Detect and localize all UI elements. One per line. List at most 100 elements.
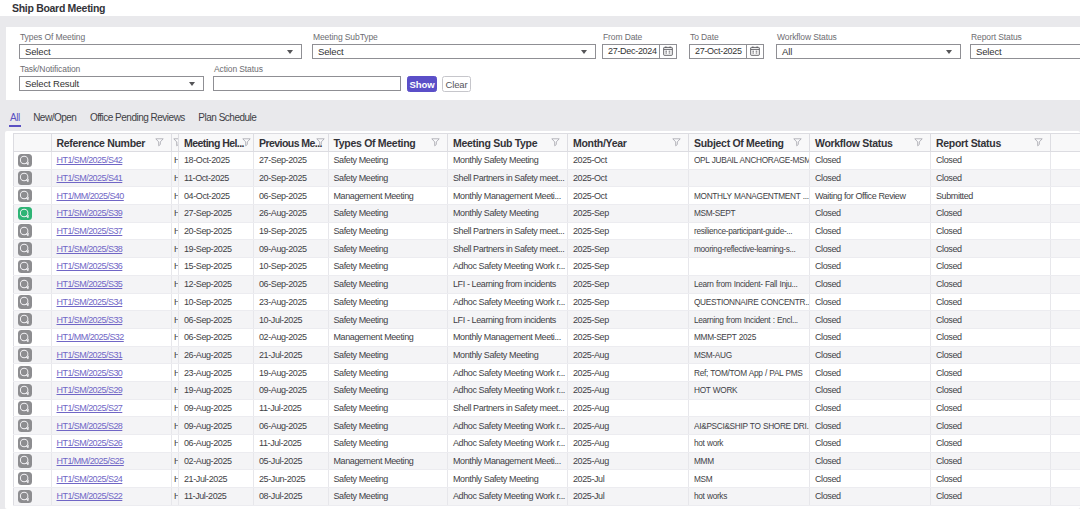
cell-subject: MSM-AUG: [689, 346, 810, 364]
cell-subtype: Adhoc Safety Meeting Work r...: [448, 417, 568, 435]
chat-bubble-badge-grey[interactable]: [18, 154, 32, 168]
column-header-ref[interactable]: Reference Number: [51, 134, 172, 152]
reference-number-link[interactable]: HT1/SM/2025/S29: [57, 385, 123, 395]
task-notification-select[interactable]: Select Result: [19, 76, 204, 91]
cell-report: Closed: [931, 293, 1051, 311]
chat-bubble-badge-grey[interactable]: [18, 490, 32, 504]
cell-held: 06-Aug-2025: [179, 435, 254, 453]
chat-bubble-badge-grey[interactable]: [18, 242, 32, 256]
cell-prev: 06-Aug-2025: [254, 417, 329, 435]
column-header-type[interactable]: Types Of Meeting: [328, 134, 448, 152]
filter-funnel-icon[interactable]: [431, 138, 440, 147]
cell-report: Closed: [931, 258, 1051, 276]
cell-subject: Ref; TOM/TOM App / PAL PMS: [689, 364, 810, 382]
chat-bubble-badge-grey[interactable]: [18, 260, 32, 274]
reference-number-link[interactable]: HT1/SM/2025/S38: [57, 244, 123, 254]
tab-all[interactable]: All: [10, 112, 20, 124]
cell-type: Safety Meeting: [328, 346, 448, 364]
reference-number-link[interactable]: HT1/SM/2025/S39: [57, 208, 123, 218]
show-button[interactable]: Show: [407, 76, 437, 93]
chat-bubble-badge-grey[interactable]: [18, 384, 32, 398]
chat-bubble-badge-grey[interactable]: [18, 295, 32, 309]
reference-number-link[interactable]: HT1/SM/2025/S31: [57, 350, 123, 360]
chat-bubble-badge-grey[interactable]: [18, 224, 32, 238]
calendar-icon[interactable]: [659, 45, 676, 58]
filter-funnel-icon[interactable]: [672, 138, 681, 147]
column-header-clip[interactable]: [172, 134, 179, 152]
reference-number-link[interactable]: HT1/SM/2025/S35: [57, 279, 123, 289]
column-header-prev[interactable]: Previous Me...: [254, 134, 329, 152]
tab-new-open[interactable]: New/Open: [33, 112, 76, 124]
types-of-meeting-select[interactable]: Select: [19, 44, 302, 59]
reference-number-link[interactable]: HT1/MM/2025/S25: [57, 456, 124, 466]
filter-funnel-icon[interactable]: [316, 138, 325, 147]
reference-number-link[interactable]: HT1/SM/2025/S41: [57, 173, 123, 183]
table-row: HT1/SM/2025/S41H11-Oct-202520-Sep-2025Sa…: [14, 169, 1080, 187]
chat-bubble-icon: [19, 402, 30, 413]
chat-bubble-icon: [19, 332, 30, 343]
chat-bubble-badge-grey[interactable]: [18, 330, 32, 344]
chat-bubble-badge-grey[interactable]: [18, 437, 32, 451]
column-header-held[interactable]: Meeting Hel...: [179, 134, 254, 152]
filter-funnel-icon[interactable]: [793, 138, 802, 147]
cell-prev: 25-Jun-2025: [254, 470, 329, 488]
reference-number-link[interactable]: HT1/SM/2025/S42: [57, 155, 123, 165]
chat-bubble-badge-grey[interactable]: [18, 419, 32, 433]
reference-number-link[interactable]: HT1/SM/2025/S24: [57, 474, 123, 484]
cell-type: Safety Meeting: [328, 381, 448, 399]
chat-bubble-badge-grey[interactable]: [18, 366, 32, 380]
reference-number-link[interactable]: HT1/SM/2025/S22: [57, 491, 123, 501]
filter-funnel-icon[interactable]: [914, 138, 923, 147]
chat-bubble-badge-grey[interactable]: [18, 277, 32, 291]
chat-bubble-badge-grey[interactable]: [18, 401, 32, 415]
chat-bubble-badge-grey[interactable]: [18, 454, 32, 468]
filter-funnel-icon[interactable]: [155, 138, 164, 147]
column-header-report[interactable]: Report Status: [931, 134, 1051, 152]
cell-held: 04-Oct-2025: [179, 187, 254, 205]
reference-number-link[interactable]: HT1/MM/2025/S32: [57, 332, 124, 342]
chat-bubble-badge-grey[interactable]: [18, 189, 32, 203]
tab-office-pending-reviews[interactable]: Office Pending Reviews: [90, 112, 185, 124]
from-date-input[interactable]: 27-Dec-2024: [602, 44, 677, 59]
reference-number-link[interactable]: HT1/SM/2025/S27: [57, 403, 123, 413]
table-card: Reference Number Meeting Hel...Previous M…: [5, 131, 1080, 509]
cell-prev: 11-Jul-2025: [254, 435, 329, 453]
reference-number-link[interactable]: HT1/SM/2025/S30: [57, 368, 123, 378]
column-header-subject[interactable]: Subject Of Meeting: [689, 134, 810, 152]
workflow-status-select[interactable]: All: [776, 44, 961, 59]
column-header-workflow[interactable]: Workflow Status: [810, 134, 931, 152]
reference-number-link[interactable]: HT1/SM/2025/S37: [57, 226, 123, 236]
reference-number-link[interactable]: HT1/SM/2025/S36: [57, 261, 123, 271]
column-header-subtype[interactable]: Meeting Sub Type: [448, 134, 568, 152]
filter-funnel-icon[interactable]: [551, 138, 560, 147]
reference-number-link[interactable]: HT1/SM/2025/S34: [57, 297, 123, 307]
cell-extra: [1050, 275, 1080, 293]
chat-bubble-badge-green[interactable]: [18, 207, 32, 221]
action-status-input[interactable]: [213, 76, 401, 91]
meeting-subtype-select[interactable]: Select: [312, 44, 596, 59]
column-header-extra[interactable]: [1050, 134, 1080, 152]
types-of-meeting-label: Types Of Meeting: [20, 32, 85, 42]
chat-bubble-badge-grey[interactable]: [18, 171, 32, 185]
reference-number-link[interactable]: HT1/SM/2025/S26: [57, 438, 123, 448]
subject-text: OPL JUBAIL ANCHORAGE-MSM: [694, 155, 810, 165]
subject-text: Ref; TOM/TOM App / PAL PMS: [694, 368, 803, 378]
chat-bubble-badge-grey[interactable]: [18, 348, 32, 362]
tab-plan-schedule[interactable]: Plan Schedule: [198, 112, 256, 124]
chat-bubble-icon: [19, 172, 30, 183]
clear-button[interactable]: Clear: [442, 76, 471, 93]
chat-bubble-badge-grey[interactable]: [18, 472, 32, 486]
calendar-icon[interactable]: [746, 45, 763, 58]
reference-number-link[interactable]: HT1/SM/2025/S28: [57, 421, 123, 431]
to-date-input[interactable]: 27-Oct-2025: [689, 44, 764, 59]
column-header-label: Month/Year: [573, 137, 627, 149]
cell-icon: [14, 328, 52, 346]
filter-funnel-icon[interactable]: [242, 138, 251, 147]
column-header-month[interactable]: Month/Year: [568, 134, 689, 152]
reference-number-link[interactable]: HT1/SM/2025/S33: [57, 315, 123, 325]
reference-number-link[interactable]: HT1/MM/2025/S40: [57, 191, 124, 201]
filter-funnel-icon[interactable]: [1034, 138, 1043, 147]
chat-bubble-badge-grey[interactable]: [18, 313, 32, 327]
report-status-select[interactable]: Select: [970, 44, 1080, 59]
table-row: HT1/SM/2025/S38H19-Sep-202509-Aug-2025Sa…: [14, 240, 1080, 258]
